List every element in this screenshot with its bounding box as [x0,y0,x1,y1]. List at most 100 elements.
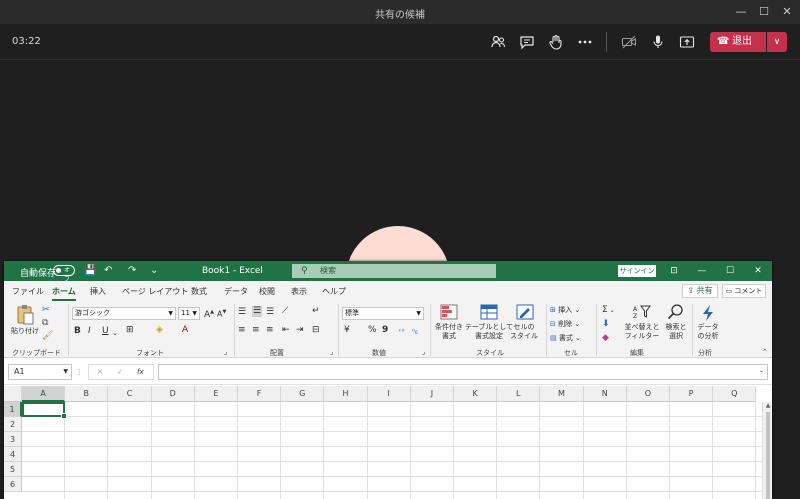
cancel-icon[interactable]: ✕ [97,367,103,378]
format-as-table-button[interactable] [476,304,502,323]
close-button[interactable]: ✕ [774,0,800,24]
row-header-3[interactable]: 3 [4,432,22,447]
increase-font-icon[interactable]: A▲ [204,307,214,321]
sort-filter-button[interactable]: A Z [630,304,654,323]
decrease-font-icon[interactable]: A▼ [217,307,226,320]
column-header-e[interactable]: E [194,386,238,402]
tab-review[interactable]: 校閲 [259,286,275,297]
row-header-2[interactable]: 2 [4,417,22,432]
row-header-6[interactable]: 6 [4,477,22,492]
delete-cells-button[interactable]: ⊟ 削除 ⌄ [550,319,580,330]
worksheet-grid[interactable]: ABCDEFGHIJKLMNOPQ 123456 ▲ [4,386,772,499]
merge-center-icon[interactable]: ⊟ [312,325,320,336]
column-header-o[interactable]: O [626,386,670,402]
ribbon-display-icon[interactable]: ⊡ [662,261,686,281]
column-header-b[interactable]: B [65,386,109,402]
undo-icon[interactable]: ↶ [104,265,112,276]
camera-button[interactable] [616,30,642,54]
column-header-h[interactable]: H [324,386,368,402]
redo-icon[interactable]: ↷ [128,265,136,276]
tab-page-layout[interactable]: ページ レイアウト [122,286,188,297]
decrease-decimal-icon[interactable]: ⁰₀ [412,327,418,338]
leave-button[interactable]: ☎ 退出 [710,32,766,52]
column-header-j[interactable]: J [410,386,454,402]
wrap-text-icon[interactable]: ↵ [312,306,320,317]
column-header-a[interactable]: A [22,386,66,402]
vertical-scrollbar[interactable]: ▲ [762,402,772,499]
tab-insert[interactable]: 挿入 [90,286,106,297]
leave-options-button[interactable]: ∨ [767,32,787,52]
enter-icon[interactable]: ✓ [117,367,123,378]
align-left-icon[interactable]: ≡ [238,325,246,336]
excel-close-button[interactable]: ✕ [746,261,770,281]
column-header-c[interactable]: C [108,386,152,402]
row-header-4[interactable]: 4 [4,447,22,462]
column-header-f[interactable]: F [238,386,282,402]
align-middle-icon[interactable]: ☰ [252,306,263,317]
column-header-q[interactable]: Q [713,386,757,402]
tab-formulas[interactable]: 数式 [191,286,207,297]
chat-button[interactable] [514,30,540,54]
excel-maximize-button[interactable]: ☐ [718,261,742,281]
comment-button[interactable]: ▭ コメント [722,284,766,298]
indent-decrease-icon[interactable]: ⇤ [282,325,290,336]
autosum-button[interactable]: Σ ⌄ [602,305,615,316]
column-header-i[interactable]: I [367,386,411,402]
expand-formula-icon[interactable]: ⌄ [759,367,764,374]
scroll-up-icon[interactable]: ▲ [763,402,773,409]
fill-icon[interactable]: ⬇ [602,319,610,330]
bold-button[interactable]: B [74,326,81,337]
column-header-m[interactable]: M [540,386,584,402]
font-size-select[interactable]: 11 ▼ [178,307,200,320]
insert-cells-button[interactable]: ⊞ 挿入 ⌄ [550,305,580,316]
signin-button[interactable]: サインイン [618,265,656,277]
tab-help[interactable]: ヘルプ [322,286,346,297]
autosave-toggle[interactable]: オフ [53,265,75,283]
dialog-launcher-icon[interactable]: ⌟ [422,347,425,358]
font-color-icon[interactable]: A [182,325,188,336]
share-button[interactable]: ⇪ 共有 [682,284,718,298]
paste-button[interactable] [10,304,40,329]
share-tray-button[interactable] [674,30,700,54]
name-box[interactable]: A1 ▼ [8,364,72,380]
comma-button[interactable]: 9 [382,325,388,336]
microphone-button[interactable] [645,30,671,54]
fill-color-icon[interactable]: ◈ [156,325,163,336]
formula-input[interactable]: ⌄ [158,364,768,380]
column-header-g[interactable]: G [281,386,325,402]
column-header-d[interactable]: D [151,386,195,402]
clear-icon[interactable]: ◆ [602,333,609,344]
conditional-format-button[interactable] [436,304,462,323]
align-top-icon[interactable]: ☰ [238,307,246,318]
more-actions-button[interactable] [572,30,598,54]
row-header-1[interactable]: 1 [4,402,22,417]
dialog-launcher-icon[interactable]: ⌟ [224,347,227,358]
search-box[interactable]: ⚲ 検索 [292,264,496,278]
align-center-icon[interactable]: ≡ [252,325,260,336]
tab-home[interactable]: ホーム [52,286,76,301]
analyze-data-button[interactable] [696,304,720,325]
indent-increase-icon[interactable]: ⇥ [296,325,304,336]
copy-icon[interactable]: ⧉ [42,318,48,329]
orientation-icon[interactable]: ⟋ [282,306,288,317]
italic-button[interactable]: I [88,326,91,337]
raise-hand-button[interactable] [543,30,569,54]
column-header-k[interactable]: K [454,386,498,402]
column-header-l[interactable]: L [497,386,541,402]
tab-file[interactable]: ファイル [12,286,44,297]
column-header-n[interactable]: N [583,386,627,402]
scroll-thumb[interactable] [766,412,770,499]
column-header-p[interactable]: P [670,386,714,402]
row-header-5[interactable]: 5 [4,462,22,477]
cell-styles-button[interactable] [512,304,538,323]
format-painter-icon[interactable]: 🖌 [42,331,53,342]
align-bottom-icon[interactable]: ☰ [266,307,274,318]
currency-icon[interactable]: ¥ [344,325,350,336]
excel-minimize-button[interactable]: — [690,261,714,281]
select-all-corner[interactable] [4,386,22,402]
cut-icon[interactable]: ✂ [42,305,50,316]
percent-button[interactable]: % [368,325,377,336]
chevron-down-icon[interactable]: ⌄ [112,328,118,339]
save-icon[interactable]: 💾 [84,265,96,276]
customize-qat-icon[interactable]: ⌄ [150,265,158,276]
